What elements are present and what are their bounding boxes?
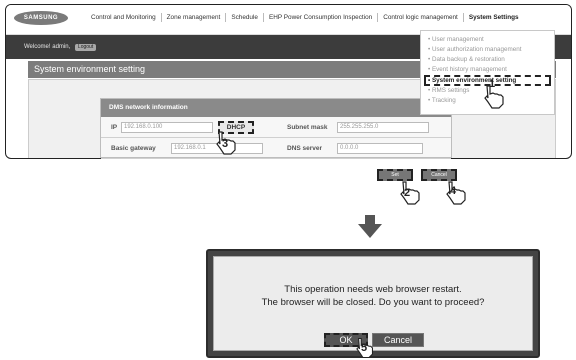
panel-title: DMS network information [109,104,188,111]
dms-network-panel: DMS network information IP 192.168.0.100… [100,98,452,159]
menu-data-backup[interactable]: • Data backup & restoration [421,55,554,65]
network-row-ip: IP 192.168.0.100 DHCP Subnet mask 255.25… [101,118,451,138]
dns-field[interactable]: 0.0.0.0 [337,143,423,154]
subnet-field[interactable]: 255.255.255.0 [337,122,429,133]
menu-user-authorization[interactable]: • User authorization management [421,45,554,55]
ip-field[interactable]: 192.168.0.100 [121,122,213,133]
samsung-logo: SAMSUNG [14,11,68,25]
callout-5: 5 [361,342,368,354]
subnet-label: Subnet mask [287,124,328,131]
dialog-message-line2: The browser will be closed. Do you want … [261,297,485,308]
nav-zone-management[interactable]: Zone management [162,13,227,22]
ip-label: IP [111,124,118,131]
hand-pointer-icon [356,337,373,359]
panel-header: DMS network information [101,99,451,117]
logout-button[interactable]: Logout [74,44,97,51]
nav-schedule[interactable]: Schedule [226,13,264,22]
dns-label: DNS server [287,145,323,152]
callout-1: 1 [489,78,496,90]
callout-4: 4 [450,185,457,197]
welcome-text: Welcome! admin, Logout [24,44,97,51]
main-nav: Control and Monitoring Zone management S… [86,13,524,22]
menu-event-history[interactable]: • Event history management [421,65,554,75]
dialog-message-line1: This operation needs web browser restart… [284,284,462,295]
nav-system-settings[interactable]: System Settings [464,13,524,22]
callout-3: 3 [222,138,229,150]
nav-control-monitoring[interactable]: Control and Monitoring [86,13,162,22]
page-title: System environment setting [34,64,146,74]
network-row-gateway: Basic gateway 192.168.0.1 DNS server 0.0… [101,139,451,159]
hand-pointer-icon [216,131,236,155]
down-arrow-icon [358,215,382,238]
gateway-label: Basic gateway [111,145,156,152]
nav-ehp-power[interactable]: EHP Power Consumption Inspection [264,13,379,22]
menu-user-management[interactable]: • User management [421,35,554,45]
callout-2: 2 [404,187,411,199]
nav-control-logic[interactable]: Control logic management [378,13,464,22]
